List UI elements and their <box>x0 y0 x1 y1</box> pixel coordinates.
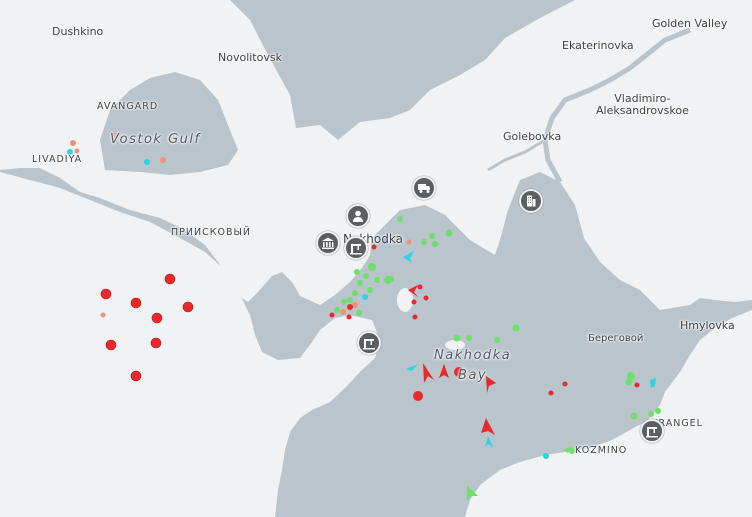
vessel-dot-red <box>151 312 163 324</box>
vessel-dot-green <box>367 287 373 293</box>
vessel-dot-red <box>105 339 117 351</box>
vessel-dot-red <box>634 382 640 388</box>
vessel-dot-green <box>421 239 427 245</box>
vessel-dot-cyan <box>144 159 150 165</box>
vessel-dot-orange <box>70 140 76 146</box>
vessel-dot-green <box>630 412 638 420</box>
port-crane-icon[interactable] <box>640 419 664 443</box>
water-label-nakhodka-bay: Nakhodka Bay <box>434 348 512 383</box>
vessel-dot-red <box>423 295 429 301</box>
vessel-dot-red <box>417 284 423 290</box>
vessel-dot-red <box>164 273 176 285</box>
vessel-dot-green <box>512 324 520 332</box>
person-icon[interactable] <box>346 204 370 228</box>
place-label-golebovka: Golebovka <box>503 130 562 143</box>
place-label-beregovoi: Береговой <box>588 333 644 344</box>
vessel-dot-cyan <box>543 453 549 459</box>
vessel-dot-green <box>445 229 453 237</box>
port-crane-icon[interactable] <box>344 236 368 260</box>
vessel-dot-red <box>329 312 335 318</box>
truck-icon[interactable] <box>412 176 436 200</box>
vessel-dot-green <box>388 276 394 282</box>
vessel-dot-red <box>412 314 418 320</box>
vessel-dot-green <box>334 307 340 313</box>
vessel-dot-red <box>100 288 112 300</box>
vessel-dot-green <box>347 297 353 303</box>
place-label-golden-valley: Golden Valley <box>652 17 728 30</box>
port-crane-icon[interactable] <box>357 331 381 355</box>
place-label-ekaterinovka: Ekaterinovka <box>562 39 634 52</box>
vessel-dot-green <box>429 233 435 239</box>
vessel-dot-red <box>182 301 194 313</box>
vessel-dot-green <box>368 263 376 271</box>
vessel-dot-green <box>356 310 362 316</box>
map-basemap <box>0 0 752 517</box>
vessel-dot-green <box>341 299 347 305</box>
vessel-dot-green <box>352 290 358 296</box>
place-label-vladimiro-aleksandrovskoe: Vladimiro- Aleksandrovskoe <box>596 92 689 117</box>
vessel-dot-red <box>347 304 353 310</box>
water-label-vostok-gulf: Vostok Gulf <box>110 132 201 147</box>
vessel-dot-green <box>432 241 438 247</box>
place-label-livadiya: LIVADIYA <box>32 154 83 165</box>
vessel-dot-red <box>150 337 162 349</box>
vessel-dot-red <box>562 381 568 387</box>
vessel-dot-green <box>466 335 472 341</box>
office-building-icon[interactable] <box>519 189 543 213</box>
vessel-dot-green <box>655 408 661 414</box>
vessel-dot-green <box>648 411 654 417</box>
vessel-dot-red <box>346 314 352 320</box>
vessel-dot-red <box>411 299 417 305</box>
place-label-avangard: AVANGARD <box>97 101 159 112</box>
vessel-dot-green <box>354 269 360 275</box>
vessel-dot-green <box>397 216 403 222</box>
place-label-kozmino: KOZMINO <box>575 445 628 456</box>
vessel-dot-orange <box>406 239 412 245</box>
vessel-dot-orange <box>74 148 80 154</box>
vessel-dot-orange <box>100 312 106 318</box>
place-label-hmylovka: Hmylovka <box>680 319 735 332</box>
map-canvas[interactable]: Dushkino Novolitovsk Golden Valley Ekate… <box>0 0 752 517</box>
vessel-dot-red <box>548 390 554 396</box>
vessel-dot-green <box>374 277 380 283</box>
vessel-dot-cyan <box>362 294 368 300</box>
vessel-dot-green <box>453 334 461 342</box>
vessel-dot-red <box>130 297 142 309</box>
government-building-icon[interactable] <box>316 231 340 255</box>
vessel-dot-red <box>130 370 142 382</box>
place-label-dushkino: Dushkino <box>52 25 104 38</box>
vessel-dot-green <box>625 378 633 386</box>
vessel-dot-green <box>494 337 500 343</box>
vessel-dot-red <box>413 391 423 401</box>
place-label-novolitovsk: Novolitovsk <box>218 51 282 64</box>
vessel-dot-orange <box>340 309 346 315</box>
vessel-dot-green <box>357 280 363 286</box>
vessel-dot-orange <box>160 157 166 163</box>
place-label-priiskovyi: ПРИИСКОВЫЙ <box>171 227 251 238</box>
vessel-dot-green <box>363 273 369 279</box>
